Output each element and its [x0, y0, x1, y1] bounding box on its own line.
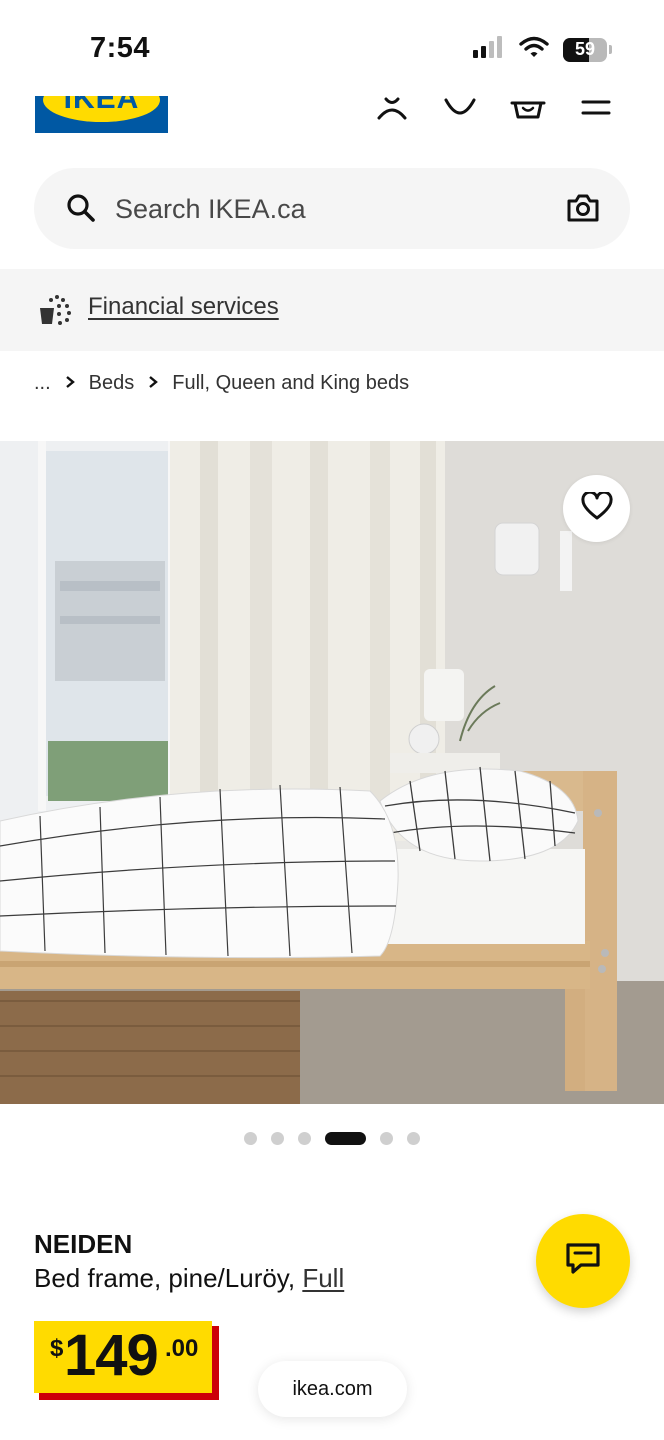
- carousel-dot[interactable]: [380, 1132, 393, 1145]
- price-integer: 149: [64, 1323, 159, 1388]
- size-link-full[interactable]: Full: [302, 1263, 344, 1293]
- financial-services-link[interactable]: Financial services: [88, 293, 279, 321]
- status-bar: 7:54 59: [0, 0, 664, 96]
- price-decimal: .00: [165, 1335, 199, 1362]
- carousel-dot[interactable]: [271, 1132, 284, 1145]
- search-icon: [66, 193, 96, 228]
- price-tag: $ 149 .00: [34, 1321, 219, 1400]
- chat-button[interactable]: [536, 1214, 630, 1308]
- site-header: IKEA: [0, 96, 664, 144]
- financial-services-banner[interactable]: Financial services: [0, 269, 664, 351]
- status-icons: 59: [473, 36, 612, 63]
- heart-icon[interactable]: [442, 96, 478, 124]
- add-to-favourites-button[interactable]: [563, 475, 630, 542]
- logo-text: IKEA: [63, 96, 140, 115]
- price-currency: $: [50, 1335, 64, 1362]
- search-input[interactable]: Search IKEA.ca: [34, 168, 630, 249]
- battery-tip: [609, 45, 612, 54]
- carousel-dot[interactable]: [298, 1132, 311, 1145]
- battery-icon: 59: [563, 37, 607, 62]
- carousel-dot[interactable]: [244, 1132, 257, 1145]
- wifi-icon: [519, 36, 549, 63]
- carousel-pagination: [0, 1132, 664, 1145]
- chat-bubble-icon: [565, 1242, 601, 1281]
- breadcrumb-item-full-queen-king[interactable]: Full, Queen and King beds: [172, 372, 409, 395]
- basket-icon[interactable]: [510, 96, 546, 124]
- heart-outline-icon: [580, 490, 613, 525]
- profile-icon[interactable]: [374, 96, 410, 124]
- product-name: NEIDEN: [34, 1229, 133, 1259]
- status-time: 7:54: [90, 32, 151, 64]
- search-placeholder: Search IKEA.ca: [115, 194, 306, 224]
- breadcrumb-ellipsis[interactable]: ...: [34, 372, 51, 395]
- camera-icon[interactable]: [566, 192, 600, 229]
- piggy-bank-icon: [37, 294, 73, 331]
- menu-icon[interactable]: [578, 96, 614, 124]
- price-tag-box: $ 149 .00: [34, 1321, 212, 1393]
- carousel-dot-active[interactable]: [325, 1132, 366, 1145]
- ikea-logo[interactable]: IKEA: [35, 96, 168, 133]
- chevron-right-icon: [65, 372, 75, 395]
- product-image[interactable]: [0, 441, 664, 1104]
- breadcrumb: ... Beds Full, Queen and King beds: [34, 372, 409, 395]
- bedroom-photo: [0, 441, 664, 1104]
- breadcrumb-item-beds[interactable]: Beds: [89, 372, 135, 395]
- battery-percent: 59: [574, 39, 596, 59]
- carousel-dot[interactable]: [407, 1132, 420, 1145]
- cellular-signal-icon: [473, 36, 505, 63]
- product-description: Bed frame, pine/Luröy, Full: [34, 1263, 344, 1294]
- header-actions: [374, 96, 614, 124]
- browser-url-pill[interactable]: ikea.com: [258, 1361, 407, 1417]
- product-description-text: Bed frame, pine/Luröy,: [34, 1263, 303, 1293]
- chevron-right-icon: [148, 372, 159, 395]
